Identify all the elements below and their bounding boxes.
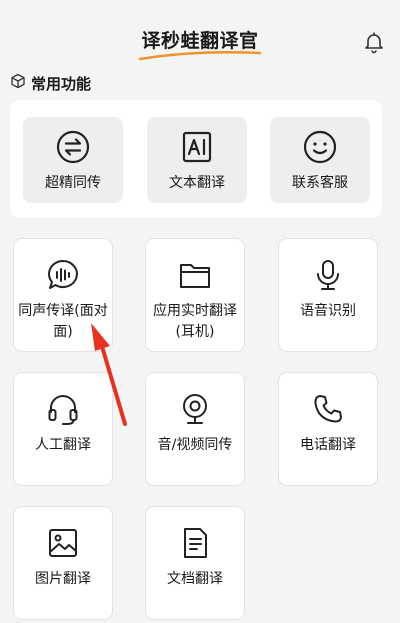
feature-label: 超精同传 — [45, 175, 101, 191]
tile-av-simultaneous[interactable]: 音/视频同传 — [145, 372, 245, 486]
headset-icon — [14, 391, 112, 427]
image-icon — [14, 525, 112, 561]
feature-contact-service[interactable]: 联系客服 — [270, 117, 370, 203]
tile-document-translation[interactable]: 文档翻译 — [145, 506, 245, 620]
webcam-icon — [146, 391, 244, 427]
cube-icon — [10, 73, 26, 93]
tile-app-realtime[interactable]: 应用实时翻译(耳机) — [145, 238, 245, 352]
app-header: 译秒蛙翻译官 — [0, 0, 400, 62]
title-underline-swoosh — [138, 51, 262, 61]
folder-icon — [146, 257, 244, 293]
microphone-icon — [279, 257, 377, 293]
tile-label: 电话翻译 — [300, 437, 356, 453]
tile-speech-recognition[interactable]: 语音识别 — [278, 238, 378, 352]
text-ai-icon — [180, 130, 214, 164]
smiley-icon — [303, 130, 337, 164]
voice-wave-bubble-icon — [14, 257, 112, 293]
tile-label: 应用实时翻译(耳机) — [153, 303, 237, 340]
tile-face-to-face[interactable]: 同声传译(面对面) — [13, 238, 113, 352]
tile-human-translation[interactable]: 人工翻译 — [13, 372, 113, 486]
swap-arrows-icon — [56, 130, 90, 164]
tile-label: 同声传译(面对面) — [18, 303, 108, 340]
tile-label: 文档翻译 — [167, 571, 223, 587]
feature-simultaneous-pro[interactable]: 超精同传 — [23, 117, 123, 203]
feature-label: 文本翻译 — [169, 175, 225, 191]
common-features-panel: 超精同传 文本翻译 联系客服 — [10, 100, 382, 218]
tile-phone-translation[interactable]: 电话翻译 — [278, 372, 378, 486]
phone-icon — [279, 391, 377, 427]
tile-label: 音/视频同传 — [157, 437, 233, 453]
tile-label: 人工翻译 — [35, 437, 91, 453]
tile-image-translation[interactable]: 图片翻译 — [13, 506, 113, 620]
document-icon — [146, 525, 244, 561]
feature-text-translate[interactable]: 文本翻译 — [147, 117, 247, 203]
section-header: 常用功能 — [10, 73, 91, 93]
section-title: 常用功能 — [31, 74, 92, 93]
feature-label: 联系客服 — [292, 175, 348, 191]
tile-label: 语音识别 — [300, 303, 356, 319]
tile-label: 图片翻译 — [35, 571, 91, 587]
notification-bell-icon[interactable] — [362, 30, 386, 58]
